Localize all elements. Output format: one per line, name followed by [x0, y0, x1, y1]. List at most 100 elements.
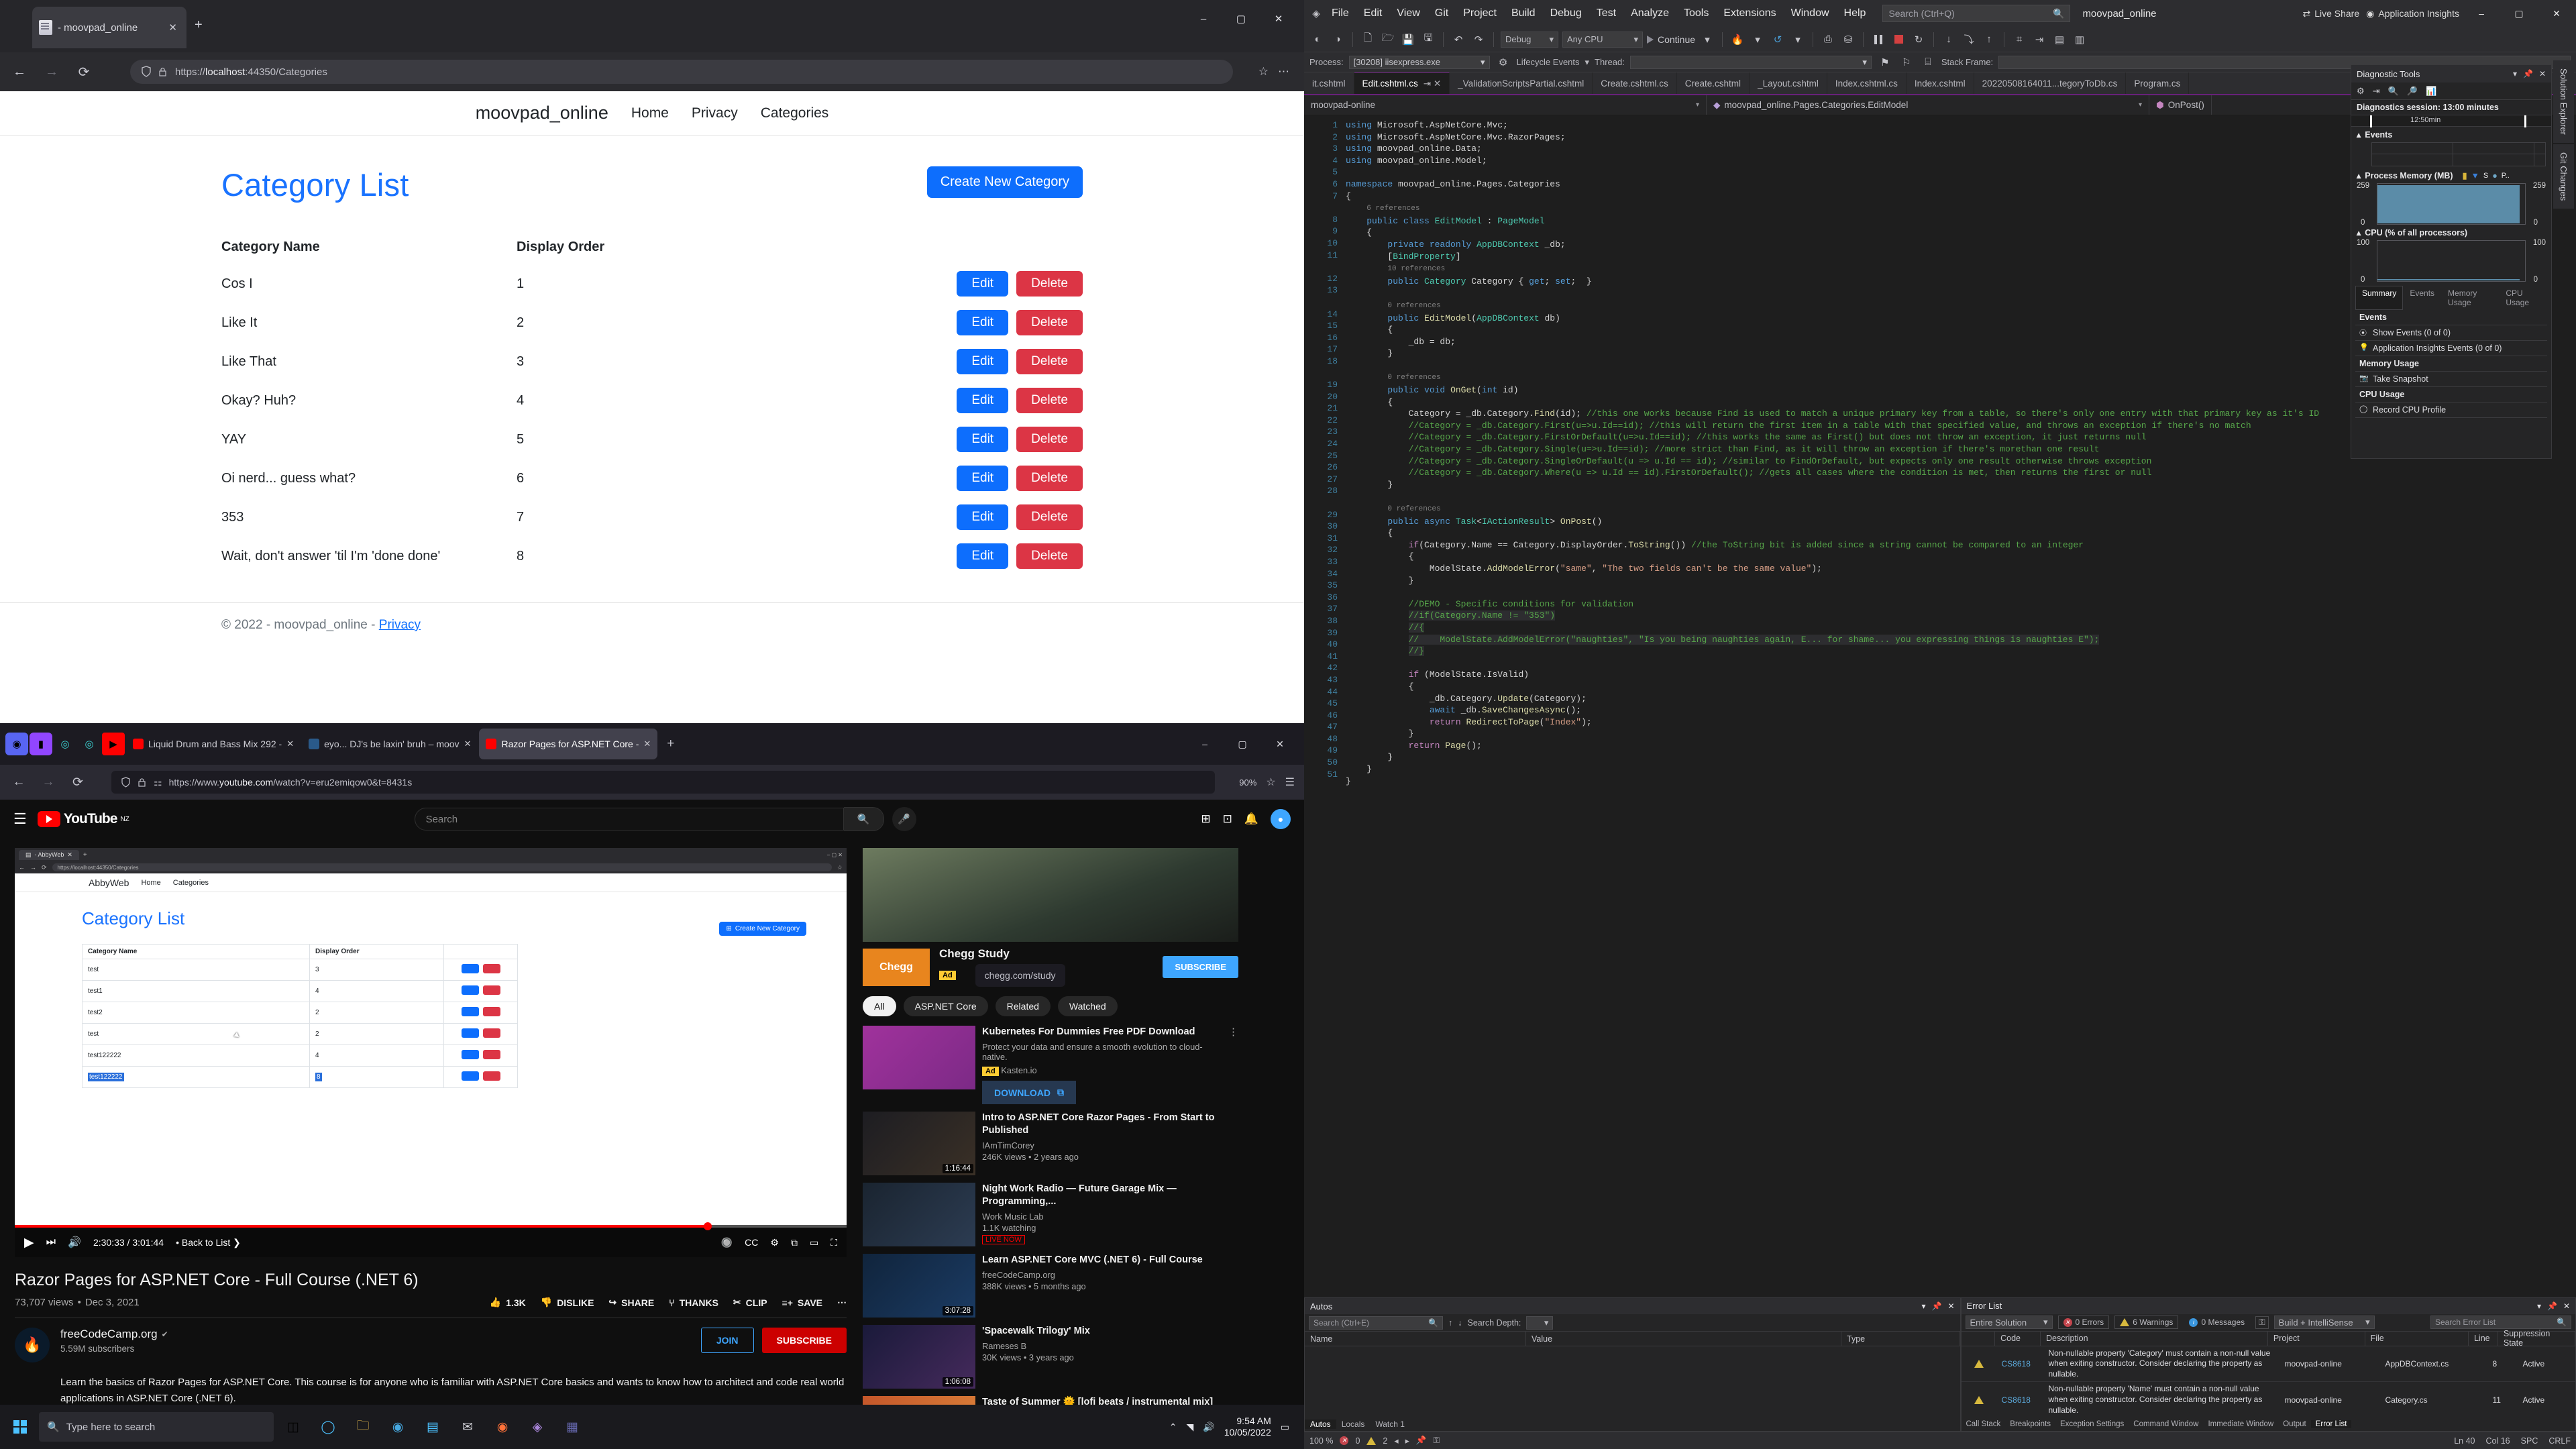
diag-subtab[interactable]: CPU Usage: [2499, 286, 2547, 310]
edit-button[interactable]: Edit: [957, 310, 1009, 335]
youtube-search-input[interactable]: Search: [414, 808, 844, 830]
save-button[interactable]: ≡+ SAVE: [782, 1297, 822, 1308]
edit-button[interactable]: Edit: [957, 349, 1009, 374]
err-col-suppression[interactable]: Suppression State: [2498, 1329, 2576, 1348]
join-button[interactable]: JOIN: [700, 1328, 754, 1353]
menu-item-help[interactable]: Help: [1837, 4, 1874, 23]
ad-url[interactable]: chegg.com/study: [975, 964, 1065, 987]
mini-edit-button[interactable]: [461, 1050, 479, 1059]
restart-debug-icon[interactable]: ↻: [1911, 32, 1927, 48]
edit-button[interactable]: Edit: [957, 543, 1009, 569]
edit-button[interactable]: Edit: [957, 466, 1009, 491]
miniplayer-icon[interactable]: ⧉: [791, 1237, 798, 1248]
restart-icon[interactable]: ↺: [1770, 32, 1786, 48]
start-button[interactable]: [5, 1412, 35, 1442]
recommendation-title[interactable]: Night Work Radio — Future Garage Mix — P…: [982, 1183, 1238, 1208]
avatar[interactable]: ●: [1271, 809, 1291, 829]
error-bottom-tab[interactable]: Breakpoints: [2005, 1420, 2055, 1428]
autos-bottom-tab[interactable]: Watch 1: [1370, 1419, 1410, 1429]
filter-chip[interactable]: All: [863, 996, 896, 1016]
mini-delete-button[interactable]: [482, 1050, 500, 1059]
microphone-icon[interactable]: 🎤: [892, 807, 916, 831]
undo-icon[interactable]: ↶: [1450, 32, 1466, 48]
attach-process-icon[interactable]: ⎙: [1820, 32, 1836, 48]
delete-button[interactable]: Delete: [1016, 504, 1083, 530]
subscribe-button[interactable]: SUBSCRIBE: [761, 1328, 847, 1353]
step-out-icon[interactable]: ↑: [1981, 32, 1997, 48]
hamburger-icon[interactable]: ☰: [13, 810, 27, 828]
app-insights-events-item[interactable]: 💡 Application Insights Events (0 of 0): [2355, 341, 2547, 356]
recommendation-title[interactable]: Learn ASP.NET Core MVC (.NET 6) - Full C…: [982, 1254, 1238, 1267]
record-cpu-item[interactable]: ◯ Record CPU Profile: [2355, 402, 2547, 418]
document-tab[interactable]: _Layout.cshtml: [1750, 72, 1827, 94]
filter-chip[interactable]: Related: [995, 996, 1051, 1016]
autoplay-toggle[interactable]: 🔘: [721, 1237, 733, 1248]
firefox-tab[interactable]: Razor Pages for ASP.NET Core - ✕: [479, 729, 658, 759]
error-bottom-tab[interactable]: Call Stack: [1962, 1420, 2006, 1428]
firefox-tab[interactable]: Liquid Drum and Bass Mix 292 - ✕: [126, 729, 301, 759]
bookmark-icon[interactable]: ☆: [1266, 775, 1275, 789]
vs-minimize-button[interactable]: –: [2466, 3, 2497, 23]
mini-edit-button[interactable]: [461, 964, 479, 973]
autos-bottom-tab[interactable]: Locals: [1336, 1419, 1371, 1429]
next-icon[interactable]: ⏭: [46, 1236, 56, 1248]
more-icon[interactable]: ⋯: [1278, 65, 1289, 78]
autos-bottom-tab[interactable]: Autos: [1305, 1419, 1336, 1429]
build-config-select[interactable]: Debug ▾: [1501, 31, 1558, 48]
firefox-icon[interactable]: ◉: [487, 1411, 518, 1442]
open-file-icon[interactable]: 🗁: [1380, 32, 1396, 48]
menu-item-view[interactable]: View: [1389, 4, 1427, 23]
show-events-item[interactable]: ⦿ Show Events (0 of 0): [2355, 325, 2547, 341]
channel-avatar[interactable]: 🔥: [15, 1328, 50, 1362]
recommendation-item[interactable]: Kubernetes For Dummies Free PDF Download…: [863, 1026, 1238, 1105]
delete-button[interactable]: Delete: [1016, 427, 1083, 452]
step-over-icon[interactable]: ⤵: [1961, 32, 1977, 48]
document-tab[interactable]: Create.cshtml.cs: [1593, 72, 1677, 94]
like-button[interactable]: 👍 1.3K: [490, 1297, 526, 1308]
edit-button[interactable]: Edit: [957, 427, 1009, 452]
filter-chip[interactable]: ASP.NET Core: [903, 996, 988, 1016]
close-button[interactable]: ✕: [1260, 5, 1297, 32]
kubernetes-ad-thumb[interactable]: [863, 1026, 975, 1089]
live-share-button[interactable]: ⇄ Live Share: [2302, 8, 2359, 19]
vs-close-button[interactable]: ✕: [2541, 3, 2572, 23]
delete-button[interactable]: Delete: [1016, 388, 1083, 413]
task-view-icon[interactable]: ◫: [278, 1411, 309, 1442]
ad-cta-button[interactable]: DOWNLOAD ⧉: [982, 1081, 1076, 1105]
recommendation-item[interactable]: 1:16:44 Intro to ASP.NET Core Razor Pages…: [863, 1112, 1238, 1176]
mini-delete-button[interactable]: [482, 1071, 500, 1081]
zoom-out-icon[interactable]: 🔎: [2407, 86, 2418, 97]
fullscreen-icon[interactable]: ⛶: [830, 1237, 837, 1248]
menu-item-git[interactable]: Git: [1428, 4, 1456, 23]
store-icon[interactable]: ▤: [417, 1411, 448, 1442]
uncomment-icon[interactable]: ▥: [2072, 32, 2088, 48]
twitch-icon[interactable]: ▮: [30, 733, 52, 755]
status-nav-prev-icon[interactable]: ◂: [1394, 1436, 1398, 1446]
document-tab[interactable]: _ValidationScriptsPartial.cshtml: [1450, 72, 1593, 94]
gear-icon[interactable]: ⚙: [770, 1237, 779, 1248]
messages-filter-button[interactable]: i0 Messages: [2184, 1316, 2250, 1329]
video-player[interactable]: ▤ - AbbyWeb ✕ + – ▢ ✕ ← → ⟳ https://localh…: [15, 848, 847, 1257]
theater-icon[interactable]: ▭: [810, 1237, 818, 1248]
teams-icon[interactable]: ▦: [557, 1411, 588, 1442]
back-to-list-link[interactable]: • Back to List ❯: [176, 1237, 241, 1248]
delete-button[interactable]: Delete: [1016, 466, 1083, 491]
err-col-project[interactable]: Project: [2268, 1331, 2365, 1346]
more-actions-button[interactable]: ⋯: [837, 1297, 847, 1308]
close-icon[interactable]: ✕: [2563, 1301, 2570, 1311]
vs-icon[interactable]: ◈: [522, 1411, 553, 1442]
chevron-down-icon[interactable]: ▾: [2513, 69, 2517, 78]
platform-select[interactable]: Any CPU ▾: [1562, 31, 1643, 48]
continue-button[interactable]: Continue: [1658, 34, 1695, 45]
flag-icon[interactable]: ⚑: [1877, 54, 1893, 70]
chevron-down-icon[interactable]: ▾: [1699, 32, 1715, 48]
close-icon[interactable]: ✕: [286, 739, 294, 749]
delete-button[interactable]: Delete: [1016, 310, 1083, 335]
discord-icon[interactable]: ◉: [5, 733, 28, 755]
site-brand[interactable]: moovpad_online: [476, 103, 608, 123]
recommendation-title[interactable]: Intro to ASP.NET Core Razor Pages - From…: [982, 1112, 1238, 1137]
recommendation-item[interactable]: 1:06:08 'Spacewalk Trilogy' Mix Rameses B3…: [863, 1325, 1238, 1389]
menu-icon[interactable]: ☰: [1285, 775, 1295, 789]
filter-chip[interactable]: Watched: [1057, 996, 1118, 1016]
application-insights-button[interactable]: ◉ Application Insights: [2366, 8, 2459, 19]
